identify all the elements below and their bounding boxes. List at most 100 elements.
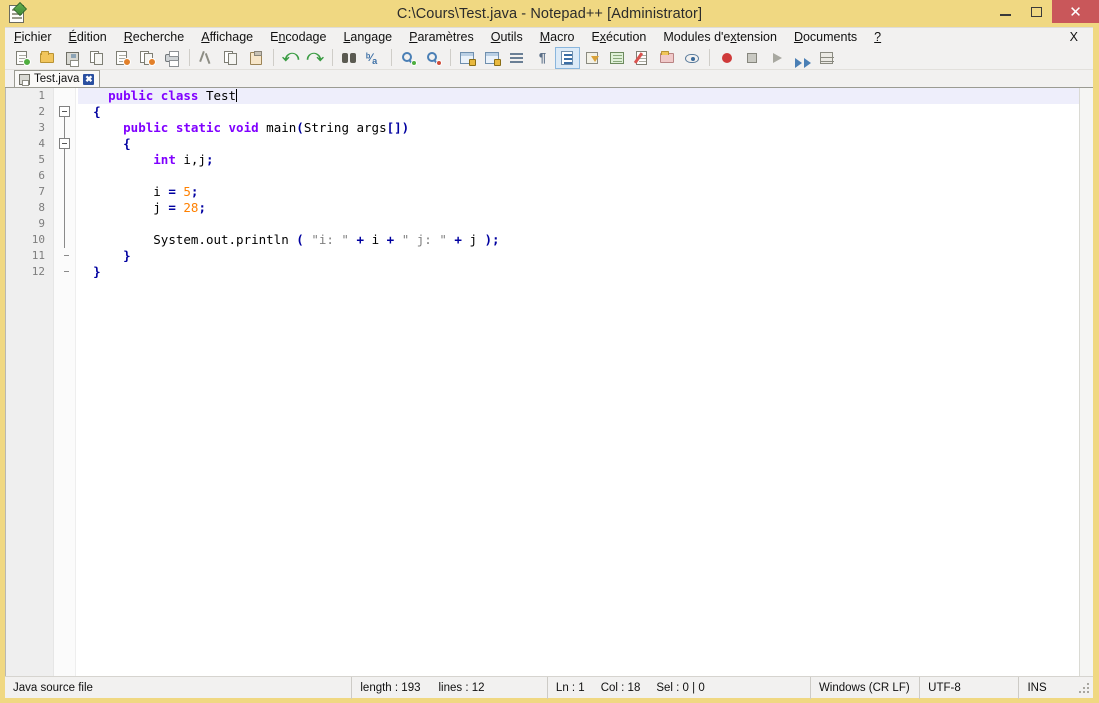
menu-execution[interactable]: Exécution xyxy=(591,30,655,44)
code-line-10[interactable]: System.out.println ( "i: " + i + " j: " … xyxy=(78,232,1093,248)
close-window-button[interactable]: ✕ xyxy=(1052,0,1099,23)
code-line-7[interactable]: i = 5; xyxy=(78,184,1093,200)
menu-fichier[interactable]: Fichier xyxy=(14,30,61,44)
code-line-4[interactable]: { xyxy=(78,136,1093,152)
minimize-button[interactable] xyxy=(990,0,1021,23)
token-op: ( xyxy=(296,120,304,135)
print-icon[interactable] xyxy=(160,47,185,69)
token-id: Test xyxy=(205,88,237,103)
menu-help[interactable]: ? xyxy=(874,30,890,44)
menu-encodage-rest: codage xyxy=(285,30,327,44)
fold-box-line4[interactable] xyxy=(59,138,70,149)
status-eol[interactable]: Windows (CR LF) xyxy=(811,676,921,699)
menu-macro[interactable]: Macro xyxy=(540,30,584,44)
token-kw: public xyxy=(123,120,169,135)
zoom-out-icon[interactable] xyxy=(421,47,446,69)
menu-modules-extension[interactable]: Modules d'extension xyxy=(663,30,786,44)
code-line-12[interactable]: } xyxy=(78,264,1093,280)
code-text[interactable]: public class Test { public static void m… xyxy=(6,88,1093,676)
open-file-icon[interactable] xyxy=(35,47,60,69)
folder-as-workspace-icon[interactable] xyxy=(655,47,680,69)
code-line-11[interactable]: } xyxy=(78,248,1093,264)
close-document-button[interactable]: X xyxy=(1070,30,1078,44)
record-macro-icon[interactable] xyxy=(714,47,739,69)
save-macro-icon[interactable] xyxy=(814,47,839,69)
menu-langage[interactable]: Langage xyxy=(343,30,401,44)
find-icon[interactable] xyxy=(337,47,362,69)
status-length: length : 193 xyxy=(360,681,421,694)
token-op: ( xyxy=(296,232,304,247)
stop-macro-icon[interactable] xyxy=(739,47,764,69)
text-caret xyxy=(236,89,238,102)
menu-edition[interactable]: Édition xyxy=(69,30,116,44)
document-map-icon[interactable] xyxy=(605,47,630,69)
menu-recherche[interactable]: Recherche xyxy=(124,30,193,44)
editor-area[interactable]: 1 2 3 4 5 6 7 8 9 10 11 12 public class Test { publ… xyxy=(5,88,1093,676)
close-all-icon[interactable] xyxy=(135,47,160,69)
play-macro-icon[interactable] xyxy=(764,47,789,69)
token-num: 28 xyxy=(183,200,199,215)
token-op: ; xyxy=(205,152,214,167)
code-line-6[interactable] xyxy=(78,168,1093,184)
token-brace: { xyxy=(123,136,131,151)
fold-tick-line12 xyxy=(64,271,69,272)
redo-icon[interactable]: ⤺ xyxy=(303,47,328,69)
show-all-characters-icon[interactable]: ¶ xyxy=(530,47,555,69)
user-defined-language-icon[interactable] xyxy=(580,47,605,69)
code-line-2[interactable]: { xyxy=(78,104,1093,120)
status-encoding[interactable]: UTF-8 xyxy=(920,676,1020,699)
maximize-button[interactable] xyxy=(1021,0,1052,23)
copy-icon[interactable] xyxy=(219,47,244,69)
close-file-icon[interactable] xyxy=(110,47,135,69)
word-wrap-icon[interactable] xyxy=(505,47,530,69)
code-line-8[interactable]: j = 28; xyxy=(78,200,1093,216)
fold-box-line2[interactable] xyxy=(59,106,70,117)
token-op: ; xyxy=(190,184,199,199)
fold-line-inner xyxy=(64,149,65,248)
tab-close-icon[interactable]: ✖ xyxy=(83,73,95,85)
vertical-scrollbar[interactable] xyxy=(1079,88,1093,676)
menu-parametres[interactable]: Paramètres xyxy=(409,30,483,44)
menu-affichage[interactable]: Affichage xyxy=(201,30,262,44)
run-multiple-macro-icon[interactable] xyxy=(789,47,814,69)
indent-guide-icon[interactable] xyxy=(555,46,580,69)
save-icon[interactable] xyxy=(60,47,85,69)
toolbar: ⤺ ⤺ ᵇ∕a ¶ xyxy=(5,46,1093,70)
save-all-icon[interactable] xyxy=(85,47,110,69)
code-line-1[interactable]: public class Test xyxy=(6,88,1093,104)
zoom-in-icon[interactable] xyxy=(396,47,421,69)
token-id: i,j xyxy=(183,152,206,167)
menu-documents[interactable]: Documents xyxy=(794,30,866,44)
fold-margin[interactable] xyxy=(54,88,76,676)
cut-icon[interactable] xyxy=(194,47,219,69)
replace-icon[interactable]: ᵇ∕a xyxy=(362,47,387,69)
token-kw: int xyxy=(153,152,176,167)
undo-icon[interactable]: ⤺ xyxy=(278,47,303,69)
new-file-icon[interactable] xyxy=(10,47,35,69)
token-str: "i: " xyxy=(311,232,349,247)
code-line-5[interactable]: int i,j; xyxy=(78,152,1093,168)
line-number: 6 xyxy=(38,169,45,182)
function-list-icon[interactable] xyxy=(630,47,655,69)
code-line-3[interactable]: public static void main(String args[]) xyxy=(78,120,1093,136)
token-op: = xyxy=(168,200,184,215)
menu-affichage-rest: ffichage xyxy=(209,30,254,44)
sync-vertical-scroll-icon[interactable] xyxy=(455,47,480,69)
menu-encodage[interactable]: Encodage xyxy=(270,30,335,44)
sync-horizontal-scroll-icon[interactable] xyxy=(480,47,505,69)
resize-grip-icon[interactable] xyxy=(1079,683,1089,693)
monitoring-icon[interactable] xyxy=(680,47,705,69)
status-insert-mode[interactable]: INS xyxy=(1019,677,1079,699)
tab-test-java[interactable]: Test.java ✖ xyxy=(14,70,101,87)
menu-outils[interactable]: Outils xyxy=(491,30,532,44)
status-col: Col : 18 xyxy=(600,681,641,694)
line-number: 9 xyxy=(38,217,45,230)
code-line-9[interactable] xyxy=(78,216,1093,232)
menu-langage-rest: angage xyxy=(350,30,393,44)
paste-icon[interactable] xyxy=(244,47,269,69)
